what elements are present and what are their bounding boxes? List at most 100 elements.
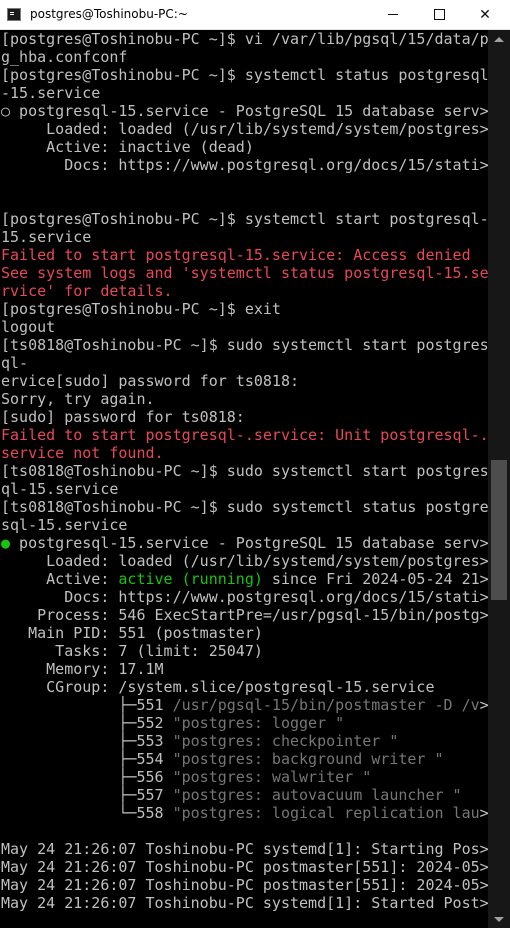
terminal-text-segment: May 24 21:26:07 Toshinobu-PC systemd[1]:…: [1, 894, 488, 912]
terminal-line: ├─556 "postgres: walwriter ": [1, 768, 488, 786]
terminal-text-segment: g_hba.confconf: [1, 48, 128, 66]
scroll-down-button[interactable]: [488, 910, 510, 928]
terminal-line: [ts0818@Toshinobu-PC ~]$ sudo systemctl …: [1, 498, 488, 516]
scroll-up-button[interactable]: [488, 30, 510, 48]
terminal-text-segment: "postgres: walwriter ": [172, 768, 372, 786]
terminal-line: -15.service: [1, 84, 488, 102]
terminal-line: ○ postgresql-15.service - PostgreSQL 15 …: [1, 102, 488, 120]
terminal-line: May 24 21:26:07 Toshinobu-PC postmaster[…: [1, 876, 488, 894]
terminal-text-segment: -15.service: [1, 84, 101, 102]
terminal-line: Main PID: 551 (postmaster): [1, 624, 488, 642]
terminal-text-segment: [postgres@Toshinobu-PC ~]$ systemctl sta…: [1, 210, 488, 228]
terminal-app-icon: [7, 8, 21, 21]
terminal-text-segment: "postgres: logger ": [172, 714, 345, 732]
terminal-line: ql-15.service: [1, 480, 488, 498]
scrollbar-thumb[interactable]: [491, 460, 507, 600]
terminal-text-segment: CGroup: /system.slice/postgresql-15.serv…: [1, 678, 435, 696]
terminal-text-segment: >: [479, 804, 488, 822]
terminal-text-segment: 15.service: [1, 228, 92, 246]
terminal-text-segment: rvice' for details.: [1, 282, 173, 300]
minimize-button[interactable]: [370, 0, 416, 29]
terminal-text-segment: [postgres@Toshinobu-PC ~]$ exit: [1, 300, 281, 318]
terminal-text-segment: ├─556: [1, 768, 173, 786]
terminal-text-segment: Sorry, try again.: [1, 390, 155, 408]
terminal-line: [postgres@Toshinobu-PC ~]$ exit: [1, 300, 488, 318]
terminal-line: Failed to start postgresql-15.service: A…: [1, 246, 488, 264]
terminal-line: [postgres@Toshinobu-PC ~]$ systemctl sta…: [1, 210, 488, 228]
terminal-text-segment: May 24 21:26:07 Toshinobu-PC postmaster[…: [1, 876, 488, 894]
window-title: postgres@Toshinobu-PC:~: [30, 7, 188, 21]
terminal-line: ├─552 "postgres: logger ": [1, 714, 488, 732]
terminal-text-segment: sql-15.service: [1, 516, 128, 534]
terminal-text-segment: Loaded: loaded (/usr/lib/systemd/system/…: [1, 552, 488, 570]
terminal-line: Process: 546 ExecStartPre=/usr/pgsql-15/…: [1, 606, 488, 624]
terminal-text-segment: [postgres@Toshinobu-PC ~]$ systemctl sta…: [1, 66, 488, 84]
terminal-line: [postgres@Toshinobu-PC ~]$ systemctl sta…: [1, 66, 488, 84]
terminal-text-segment: ├─553: [1, 732, 173, 750]
terminal-text-segment: Docs: https://www.postgresql.org/docs/15…: [1, 588, 488, 606]
terminal-line: ql-: [1, 354, 488, 372]
terminal-line: ├─551 /usr/pgsql-15/bin/postmaster -D /v…: [1, 696, 488, 714]
terminal-line: ├─554 "postgres: background writer ": [1, 750, 488, 768]
terminal-text-segment: ○ postgresql-15.service - PostgreSQL 15 …: [1, 102, 488, 120]
terminal-text-segment: [ts0818@Toshinobu-PC ~]$ sudo systemctl …: [1, 462, 488, 480]
close-button[interactable]: ✕: [462, 0, 508, 29]
terminal-text-segment: Process: 546 ExecStartPre=/usr/pgsql-15/…: [1, 606, 488, 624]
terminal-line: 15.service: [1, 228, 488, 246]
terminal-text-segment: ├─554: [1, 750, 173, 768]
terminal-text-segment: "postgres: logical replication lau: [172, 804, 480, 822]
terminal-line: └─558 "postgres: logical replication lau…: [1, 804, 488, 822]
terminal-text-segment: active (running): [118, 570, 263, 588]
terminal-line: CGroup: /system.slice/postgresql-15.serv…: [1, 678, 488, 696]
terminal-text-segment: See system logs and 'systemctl status po…: [1, 264, 488, 282]
terminal-text-segment: Main PID: 551 (postmaster): [1, 624, 263, 642]
terminal-line: [ts0818@Toshinobu-PC ~]$ sudo systemctl …: [1, 336, 488, 354]
terminal-text-segment: >: [479, 696, 488, 714]
terminal-line: ● postgresql-15.service - PostgreSQL 15 …: [1, 534, 488, 552]
terminal-text-segment: ├─552: [1, 714, 173, 732]
terminal-text-segment: Failed to start postgresql-.service: Uni…: [1, 426, 488, 444]
arrow-down-icon: [494, 916, 504, 922]
terminal-text-segment: Memory: 17.1M: [1, 660, 164, 678]
terminal-line: See system logs and 'systemctl status po…: [1, 264, 488, 282]
terminal-text-segment: ├─557: [1, 786, 173, 804]
terminal-text-segment: Tasks: 7 (limit: 25047): [1, 642, 263, 660]
terminal-text-segment: [postgres@Toshinobu-PC ~]$ vi /var/lib/p…: [1, 30, 488, 48]
vertical-scrollbar[interactable]: [488, 30, 510, 928]
terminal-line: Failed to start postgresql-.service: Uni…: [1, 426, 488, 444]
terminal-line: May 24 21:26:07 Toshinobu-PC systemd[1]:…: [1, 894, 488, 912]
window-titlebar[interactable]: postgres@Toshinobu-PC:~ ✕: [0, 0, 510, 30]
terminal-text-segment: ql-: [1, 354, 29, 372]
terminal-line: May 24 21:26:07 Toshinobu-PC postmaster[…: [1, 858, 488, 876]
terminal-output[interactable]: [postgres@Toshinobu-PC ~]$ vi /var/lib/p…: [0, 30, 488, 928]
terminal-text-segment: ql-15.service: [1, 480, 119, 498]
terminal-text-segment: └─558: [1, 804, 173, 822]
terminal-line: service not found.: [1, 444, 488, 462]
terminal-text-segment: logout: [1, 318, 56, 336]
terminal-text-segment: Loaded: loaded (/usr/lib/systemd/system/…: [1, 120, 488, 138]
terminal-line: [postgres@Toshinobu-PC ~]$ vi /var/lib/p…: [1, 30, 488, 48]
terminal-line: Docs: https://www.postgresql.org/docs/15…: [1, 588, 488, 606]
terminal-text-segment: ●: [1, 534, 11, 552]
terminal-text-segment: ervice[sudo] password for ts0818:: [1, 372, 300, 390]
arrow-up-icon: [494, 36, 504, 42]
terminal-text-segment: postgresql-15.service - PostgreSQL 15 da…: [10, 534, 488, 552]
terminal-line: g_hba.confconf: [1, 48, 488, 66]
terminal-text-segment: Docs: https://www.postgresql.org/docs/15…: [1, 156, 488, 174]
terminal-text-segment: "postgres: background writer ": [172, 750, 444, 768]
terminal-text-segment: [sudo] password for ts0818:: [1, 408, 245, 426]
terminal-line: ervice[sudo] password for ts0818:: [1, 372, 488, 390]
terminal-line: Docs: https://www.postgresql.org/docs/15…: [1, 156, 488, 174]
terminal-line: ├─553 "postgres: checkpointer ": [1, 732, 488, 750]
terminal-text-segment: service not found.: [1, 444, 164, 462]
terminal-text-segment: May 24 21:26:07 Toshinobu-PC systemd[1]:…: [1, 840, 488, 858]
maximize-button[interactable]: [416, 0, 462, 29]
terminal-text-segment: [ts0818@Toshinobu-PC ~]$ sudo systemctl …: [1, 498, 488, 516]
terminal-text-segment: [ts0818@Toshinobu-PC ~]$ sudo systemctl …: [1, 336, 488, 354]
terminal-line: Tasks: 7 (limit: 25047): [1, 642, 488, 660]
terminal-line: sql-15.service: [1, 516, 488, 534]
terminal-line: rvice' for details.: [1, 282, 488, 300]
terminal-text-segment: Active: inactive (dead): [1, 138, 254, 156]
